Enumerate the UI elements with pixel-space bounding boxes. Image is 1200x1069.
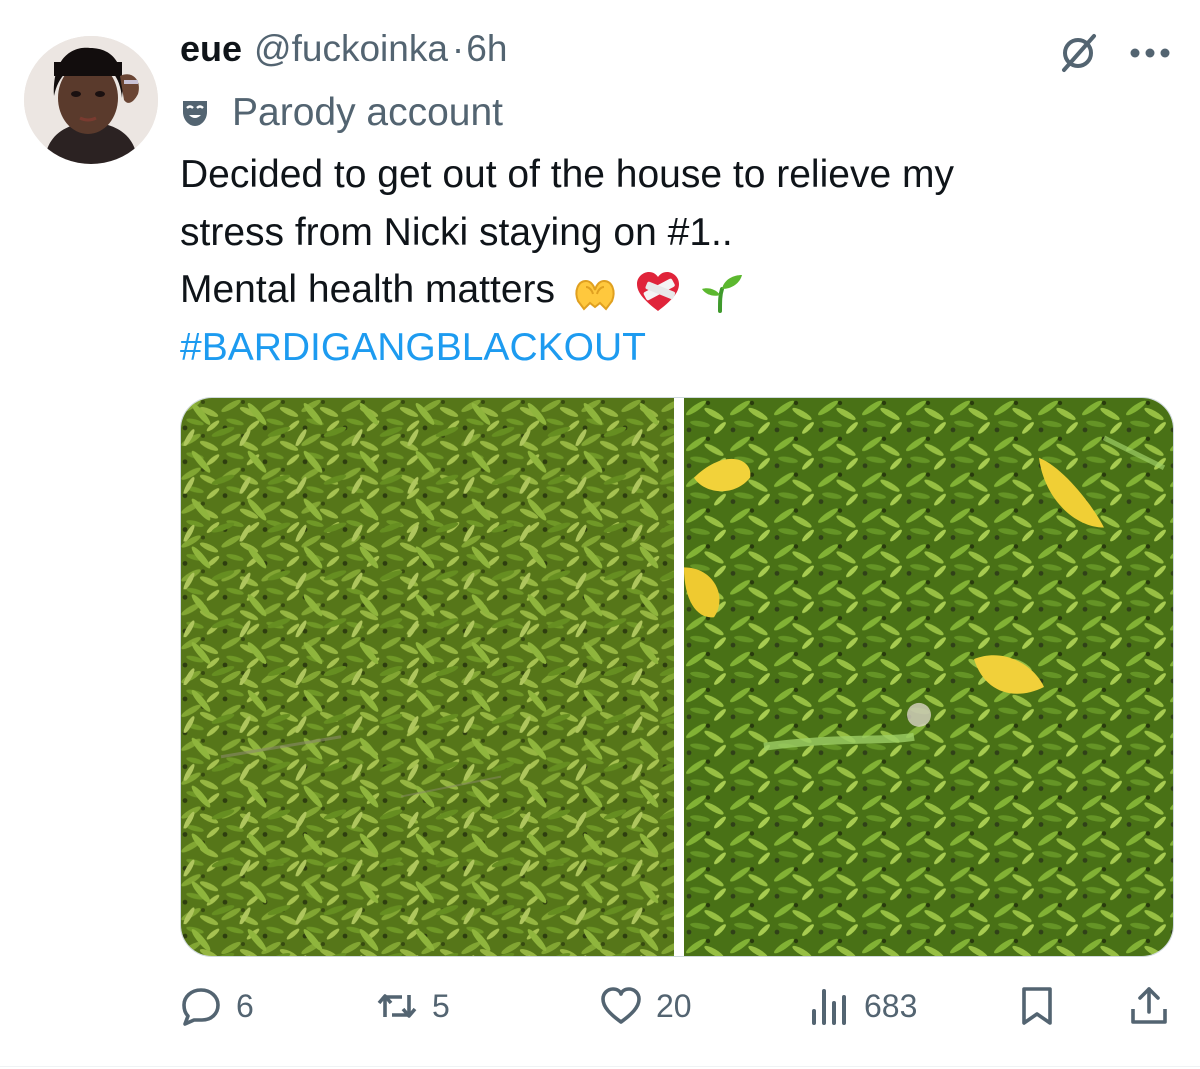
- share-icon: [1131, 987, 1167, 1024]
- parody-mask-icon: [183, 101, 207, 126]
- tweet-time[interactable]: 6h: [466, 28, 507, 70]
- tweet-text-line: stress from Nicki staying on #1..: [180, 210, 733, 254]
- tweet-header: eue @fuckoinka · 6h: [180, 28, 507, 80]
- media-grid: [180, 397, 1174, 957]
- avatar[interactable]: [24, 36, 158, 164]
- views-button[interactable]: 683: [808, 978, 917, 1034]
- repost-icon: [377, 994, 417, 1018]
- parody-label: Parody account: [232, 91, 504, 134]
- reply-count: 6: [236, 987, 254, 1024]
- avatar-image: [24, 36, 158, 164]
- hashtag-link[interactable]: #BARDIGANGBLACKOUT: [180, 319, 1180, 377]
- reply-icon: [182, 988, 220, 1026]
- action-bar: 6 5 20 683: [180, 978, 1170, 1034]
- tweet-text: Decided to get out of the house to relie…: [180, 146, 1180, 376]
- bookmark-icon: [1022, 987, 1052, 1025]
- grok-icon[interactable]: [1056, 31, 1100, 75]
- like-button[interactable]: 20: [600, 978, 692, 1034]
- views-icon: [812, 989, 846, 1025]
- tweet-text-line-with-emojis: Mental health matters: [180, 261, 1180, 319]
- tweet-text-line: Decided to get out of the house to relie…: [180, 153, 954, 196]
- like-count: 20: [656, 987, 692, 1024]
- divider: [0, 1066, 1200, 1067]
- tweet-text-line: Mental health matters: [180, 268, 556, 311]
- repost-button[interactable]: 5: [376, 978, 450, 1034]
- foliage-photo-yellow-leaves: [684, 398, 1173, 956]
- reply-button[interactable]: 6: [180, 978, 254, 1034]
- photo-left[interactable]: [181, 398, 674, 956]
- author-handle[interactable]: @fuckoinka: [254, 28, 448, 70]
- separator-dot: ·: [451, 28, 465, 69]
- bookmark-button[interactable]: [1016, 978, 1058, 1034]
- author-name[interactable]: eue: [180, 28, 242, 70]
- foliage-photo: [181, 398, 674, 956]
- mending-heart-emoji: [636, 271, 679, 311]
- parody-badge: Parody account: [180, 88, 503, 138]
- repost-count: 5: [432, 987, 450, 1024]
- share-button[interactable]: [1128, 978, 1170, 1034]
- more-icon[interactable]: [1128, 46, 1172, 60]
- views-count: 683: [864, 987, 918, 1024]
- heart-icon: [601, 987, 641, 1024]
- seedling-emoji: [701, 274, 742, 313]
- photo-right[interactable]: [684, 398, 1173, 956]
- heart-hands-emoji: [575, 279, 615, 311]
